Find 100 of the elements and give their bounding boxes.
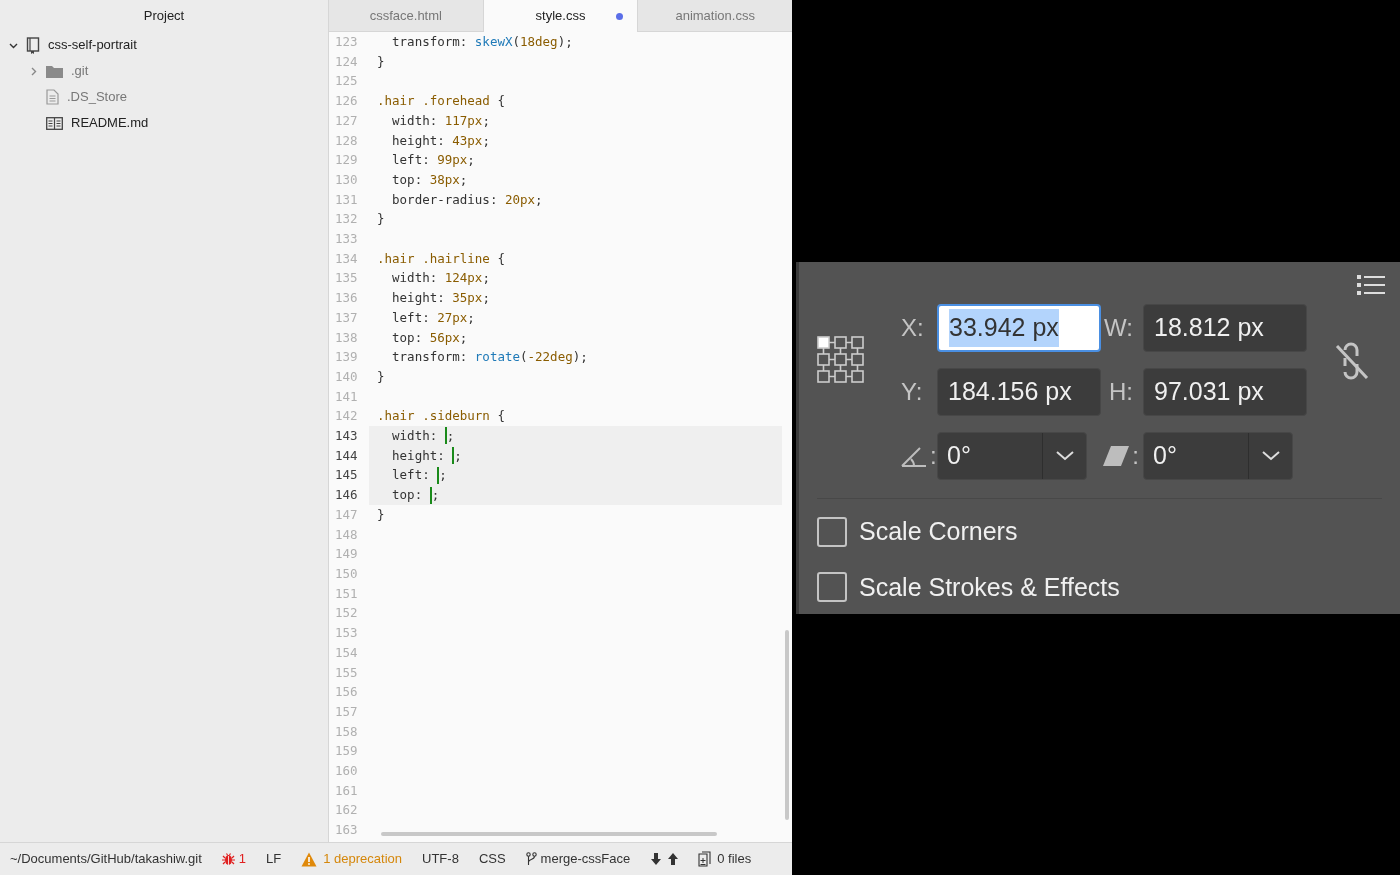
line-number: 133 [334,230,359,249]
line-number: 127 [334,111,359,130]
field-label: Y: [901,377,924,407]
line-number: 151 [334,584,359,603]
code-line: transform: skewX(18deg); [391,33,573,51]
line-number: 143 [334,427,359,446]
file-icon [46,89,59,105]
line-number: 135 [334,269,359,288]
code-line: .hair .hairline { [377,249,505,268]
book-open-icon [46,116,63,130]
code-line: transform: rotate(-22deg); [391,348,588,367]
field-label: H: [1108,377,1134,407]
fetch-push-icon[interactable] [650,853,679,865]
checkbox[interactable] [817,572,847,603]
line-number: 146 [334,486,359,505]
reference-point-grid-icon[interactable] [817,336,865,384]
code-line: } [377,367,385,386]
panel-menu-icon[interactable] [1357,274,1385,296]
line-number: 152 [334,604,359,623]
tree-item-label[interactable]: css-self-portrait [48,35,137,55]
line-number: 160 [334,762,359,780]
code-line: left: 99px; [391,151,475,170]
changed-files-count[interactable]: 0 files [717,849,752,869]
tree-item-label[interactable]: .git [71,61,89,81]
line-number: 149 [334,545,359,564]
code-line: } [377,210,385,229]
editor-tab[interactable]: cssface.html [329,0,483,32]
chevron-down-icon [1055,451,1074,461]
code-line: .hair .forehead { [377,92,505,111]
folder-icon [46,64,63,78]
path-text[interactable]: ~/Documents/GitHub/takashiw.git [10,849,202,869]
line-number: 162 [334,801,359,820]
line-number: 124 [334,52,359,71]
number-field[interactable]: 33.942 px [937,304,1101,352]
code-line: top: 56px; [391,328,468,347]
code-line: width: 124px; [391,269,490,288]
field-label: W: [1103,313,1134,343]
sidebar-title: Project [143,7,185,26]
code-line: border-radius: 20px; [391,190,543,209]
line-number: 137 [334,308,359,327]
line-number: 131 [334,190,359,209]
angle-dropdown[interactable]: 0° [937,432,1087,480]
line-number: 163 [334,821,359,840]
code-line: .hair .sideburn { [377,407,505,426]
code-line: height: 43px; [391,131,490,150]
tree-item-label[interactable]: README.md [71,113,149,133]
line-number: 128 [334,131,359,150]
colon-text: : [930,441,937,471]
vertical-scrollbar[interactable] [785,630,789,820]
checkbox-label: Scale Corners [859,516,1018,547]
number-field[interactable]: 97.031 px [1143,368,1307,416]
code-line: } [377,52,385,71]
line-number: 141 [334,387,359,406]
line-number: 161 [334,781,359,800]
line-number: 153 [334,624,359,643]
checkbox-label: Scale Strokes & Effects [859,571,1120,603]
warning-icon [301,851,318,867]
angle-dropdown[interactable]: 0° [1143,432,1293,480]
line-number: 132 [334,210,359,229]
checkbox[interactable] [817,516,847,547]
line-number: 147 [334,505,359,524]
chevron-down-icon [1261,451,1280,461]
line-number: 129 [334,151,359,170]
code-line: left: ; [391,465,447,486]
colon-text: : [1132,441,1139,471]
line-number: 125 [334,72,359,91]
code-line: left: 27px; [391,308,475,327]
document-icon [698,851,712,867]
line-number: 145 [334,466,359,485]
angle-icon [901,445,927,467]
line-number: 155 [334,663,359,682]
code-line: height: 35px; [391,289,490,308]
status-text[interactable]: UTF-8 [422,849,459,869]
error-count[interactable]: 1 [238,849,247,869]
code-line: width: ; [391,426,455,446]
line-number: 142 [334,407,359,426]
line-number: 134 [334,249,359,268]
number-field[interactable]: 184.156 px [937,368,1101,416]
line-number: 136 [334,289,359,308]
line-number: 139 [334,348,359,367]
parallelogram-icon [1103,446,1130,466]
branch-icon [525,852,537,866]
code-line: height: ; [391,446,462,466]
book-icon [26,36,40,54]
status-text[interactable]: LF [266,849,282,869]
line-number: 158 [334,722,359,741]
line-number: 126 [334,92,359,111]
tree-item-label[interactable]: .DS_Store [67,87,127,107]
status-text[interactable]: CSS [478,849,506,869]
code-line: } [377,505,385,524]
code-line: width: 117px; [391,111,490,130]
line-number: 130 [334,170,359,189]
branch-name[interactable]: merge-cssFace [540,849,631,869]
field-label: X: [901,313,925,343]
bug-icon [221,852,235,866]
editor-tab[interactable]: animation.css [637,0,792,32]
number-field[interactable]: 18.812 px [1143,304,1307,352]
line-number: 150 [334,565,359,583]
line-number: 144 [334,446,359,465]
horizontal-scrollbar[interactable] [381,832,717,836]
